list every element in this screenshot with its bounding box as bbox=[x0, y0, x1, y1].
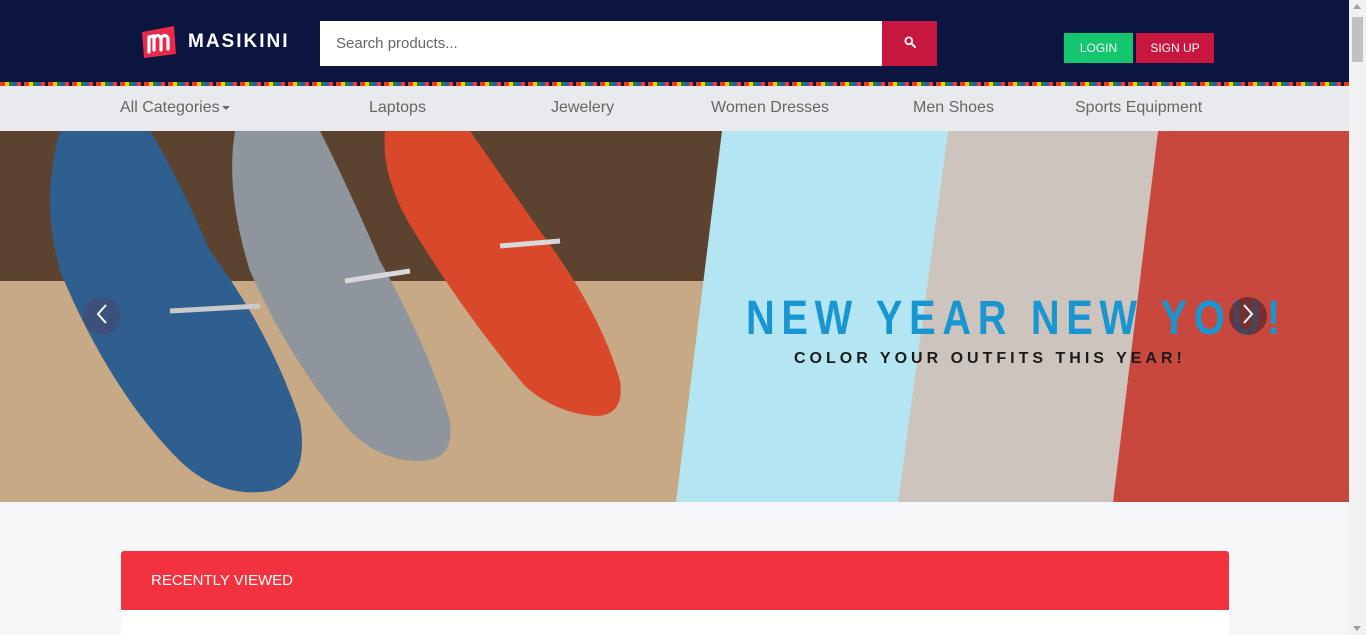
caret-down-icon bbox=[221, 105, 230, 110]
logo-text: MASIKINI bbox=[188, 31, 290, 52]
site-header: MASIKINI LOGIN SIGN UP bbox=[0, 0, 1349, 82]
login-button[interactable]: LOGIN bbox=[1064, 33, 1133, 63]
logo-icon bbox=[140, 24, 178, 60]
recently-viewed-panel bbox=[121, 610, 1229, 635]
chevron-right-icon bbox=[1241, 303, 1255, 330]
hero-title: NEW YEAR NEW YOU! bbox=[746, 292, 1287, 345]
recently-viewed-title: RECENTLY VIEWED bbox=[151, 572, 293, 589]
page-scrollbar[interactable] bbox=[1349, 0, 1366, 635]
hero-caption: NEW YEAR NEW YOU! COLOR YOUR OUTFITS THI… bbox=[746, 291, 1287, 368]
logo[interactable]: MASIKINI bbox=[140, 24, 290, 60]
chevron-left-icon bbox=[95, 303, 109, 330]
scroll-up-icon[interactable] bbox=[1353, 4, 1361, 9]
scroll-down-icon[interactable] bbox=[1353, 626, 1361, 631]
nav-item-laptops[interactable]: Laptops bbox=[369, 99, 426, 117]
search-button[interactable] bbox=[882, 21, 937, 66]
hero-carousel: NEW YEAR NEW YOU! COLOR YOUR OUTFITS THI… bbox=[0, 131, 1349, 502]
carousel-prev-button[interactable] bbox=[83, 297, 121, 335]
recently-viewed-header: RECENTLY VIEWED bbox=[121, 551, 1229, 610]
carousel-next-button[interactable] bbox=[1229, 297, 1267, 335]
search-icon bbox=[904, 35, 916, 53]
signup-button[interactable]: SIGN UP bbox=[1136, 33, 1214, 63]
category-nav: All Categories Laptops Jewelery Women Dr… bbox=[0, 86, 1349, 131]
nav-item-sports-equipment[interactable]: Sports Equipment bbox=[1075, 99, 1202, 117]
nav-item-women-dresses[interactable]: Women Dresses bbox=[711, 99, 829, 117]
nav-item-label: All Categories bbox=[120, 99, 220, 116]
search-input[interactable] bbox=[320, 21, 882, 66]
search-bar bbox=[320, 21, 937, 66]
nav-item-all-categories[interactable]: All Categories bbox=[120, 99, 230, 117]
hero-subtitle: COLOR YOUR OUTFITS THIS YEAR! bbox=[794, 350, 1186, 367]
scrollbar-thumb[interactable] bbox=[1352, 17, 1363, 62]
nav-item-men-shoes[interactable]: Men Shoes bbox=[913, 99, 994, 117]
nav-item-jewelery[interactable]: Jewelery bbox=[551, 99, 614, 117]
